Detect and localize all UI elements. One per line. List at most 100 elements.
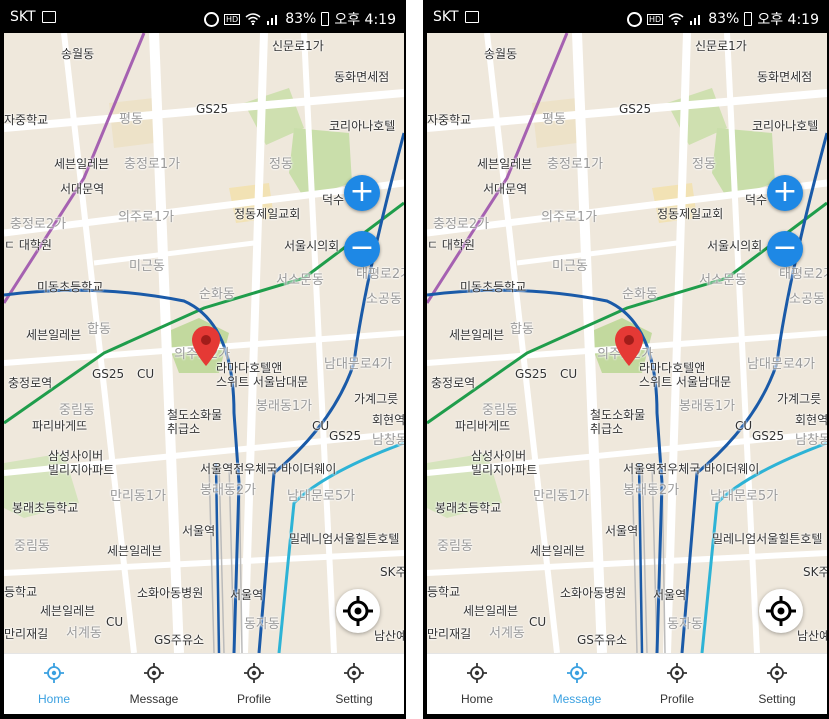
map-label: 중림동	[437, 539, 473, 554]
map-label: 서울역	[605, 524, 639, 538]
map-label: 서계동	[489, 626, 525, 641]
map-label: 만리재길	[427, 627, 472, 641]
signal-icon	[690, 15, 701, 25]
map-label: 동화면세점	[334, 70, 390, 84]
tab-label: Profile	[236, 692, 271, 706]
map-label: GS주유소	[577, 633, 628, 647]
wifi-icon	[668, 13, 684, 25]
map-label: 자중학교	[427, 113, 472, 127]
tab-label: Home	[37, 692, 70, 706]
tab-setting[interactable]: Setting	[304, 654, 404, 714]
carrier-label: SKT	[433, 9, 459, 25]
tab-label: Message	[129, 692, 179, 706]
map-label: 회현역	[372, 413, 404, 427]
my-location-button[interactable]	[759, 589, 803, 633]
map-label: 충정로역	[8, 376, 53, 390]
map-label: CU	[529, 615, 547, 629]
battery-percent: 83%	[285, 11, 317, 27]
my-location-button[interactable]	[336, 589, 380, 633]
map-label: 덕수	[745, 193, 768, 207]
battery-percent: 83%	[708, 11, 740, 27]
map-label: 세븐일레븐	[107, 544, 163, 558]
tab-label: Setting	[758, 692, 796, 706]
zoom-out-button[interactable]: −	[767, 231, 803, 267]
map-label: 서울역	[653, 588, 687, 602]
map-label: 봉래초등학교	[12, 501, 79, 515]
crosshair-icon	[344, 663, 364, 683]
map-label: 미동초등학교	[460, 280, 527, 294]
map-label: 라마다호텔앤 스위트 서울남대문	[216, 361, 309, 389]
map-view[interactable]: 송월동 신문로1가 동화면세점 GS25 자중학교 평동 코리아나호텔 세븐일레…	[427, 33, 827, 653]
tab-message[interactable]: Message	[527, 654, 627, 714]
crosshair-icon	[667, 663, 687, 683]
map-label: 봉래동2가	[623, 483, 680, 498]
map-label: 평동	[542, 112, 566, 127]
map-label: 봉래동1가	[679, 399, 736, 414]
crosshair-icon	[44, 663, 64, 683]
map-label: 만리동1가	[110, 489, 167, 504]
map-label: SK주	[803, 565, 827, 579]
map-label: 파리바게뜨	[32, 419, 88, 433]
alarm-icon	[204, 11, 220, 27]
zoom-out-button[interactable]: −	[344, 231, 380, 267]
map-label: 삼성사이버 빌리지아파트	[48, 449, 115, 477]
clock: 오후 4:19	[334, 12, 396, 28]
map-label: 의주로1가	[118, 210, 175, 225]
map-label: 만리재길	[4, 627, 49, 641]
map-label: 충정로1가	[124, 157, 181, 172]
crosshair-icon	[767, 663, 787, 683]
map-label: 회현역	[795, 413, 827, 427]
map-label: GS주유소	[154, 633, 205, 647]
map-label: 자중학교	[4, 113, 49, 127]
map-label: 등학교	[427, 585, 461, 599]
map-label: GS25	[515, 367, 548, 381]
map-label: 동자동	[667, 617, 703, 632]
status-bar: SKT HD 83% 오후 4:19	[0, 0, 406, 33]
crosshair-icon	[343, 596, 373, 626]
map-label: 충정로2가	[433, 217, 490, 232]
map-label: 송월동	[61, 47, 95, 61]
map-label: 서울시의회	[284, 239, 340, 253]
map-label: 남창동	[795, 433, 827, 448]
wifi-icon	[245, 13, 261, 25]
phone-screen-message: SKT HD 83% 오후 4:19 송월동 신문로1가 동화면세점 GS25 …	[423, 0, 829, 719]
crosshair-icon	[766, 596, 796, 626]
phone-screen-home: SKT HD 83% 오후 4:19 송월동 신문로1가 동화면세점 GS25 …	[0, 0, 406, 719]
tab-home[interactable]: Home	[4, 654, 104, 714]
map-label: 세븐일레븐	[54, 157, 110, 171]
status-bar: SKT HD 83% 오후 4:19	[423, 0, 829, 33]
tab-setting[interactable]: Setting	[727, 654, 827, 714]
tab-profile[interactable]: Profile	[204, 654, 304, 714]
map-label: 소공동	[366, 292, 402, 307]
map-label: 합동	[510, 322, 534, 337]
tab-label: Home	[460, 692, 493, 706]
map-label: 삼성사이버 빌리지아파트	[471, 449, 538, 477]
map-label: ㄷ 대학원	[4, 238, 52, 252]
map-label: 신문로1가	[695, 39, 747, 53]
map-label: 남대문로5가	[710, 489, 779, 504]
carrier-label: SKT	[10, 9, 36, 25]
bottom-tab-bar: Home Message Profile Setting	[4, 653, 404, 714]
map-label: 서대문역	[483, 182, 528, 196]
map-label: GS25	[92, 367, 125, 381]
map-label: 남대문로4가	[324, 357, 393, 372]
zoom-in-button[interactable]: +	[767, 175, 803, 211]
tab-home[interactable]: Home	[427, 654, 527, 714]
map-label: 서울역전우체국 바이더웨이	[200, 462, 337, 476]
map-label: 소화아동병원	[137, 586, 204, 600]
map-label: CU	[560, 367, 578, 381]
map-label: 소공동	[789, 292, 825, 307]
map-label: 서소문동	[699, 273, 747, 288]
map-label: 충정로2가	[10, 217, 67, 232]
tab-message[interactable]: Message	[104, 654, 204, 714]
map-view[interactable]: 송월동 신문로1가 동화면세점 GS25 자중학교 평동 코리아나호텔 세븐일레…	[4, 33, 404, 653]
map-label: 덕수	[322, 193, 345, 207]
map-label: 세븐일레븐	[26, 328, 82, 342]
image-notification-icon	[465, 11, 479, 23]
map-label: 평동	[119, 112, 143, 127]
tab-profile[interactable]: Profile	[627, 654, 727, 714]
map-label: 서소문동	[276, 273, 324, 288]
zoom-in-button[interactable]: +	[344, 175, 380, 211]
map-label: 코리아나호텔	[329, 119, 396, 133]
map-label: 세븐일레븐	[530, 544, 586, 558]
